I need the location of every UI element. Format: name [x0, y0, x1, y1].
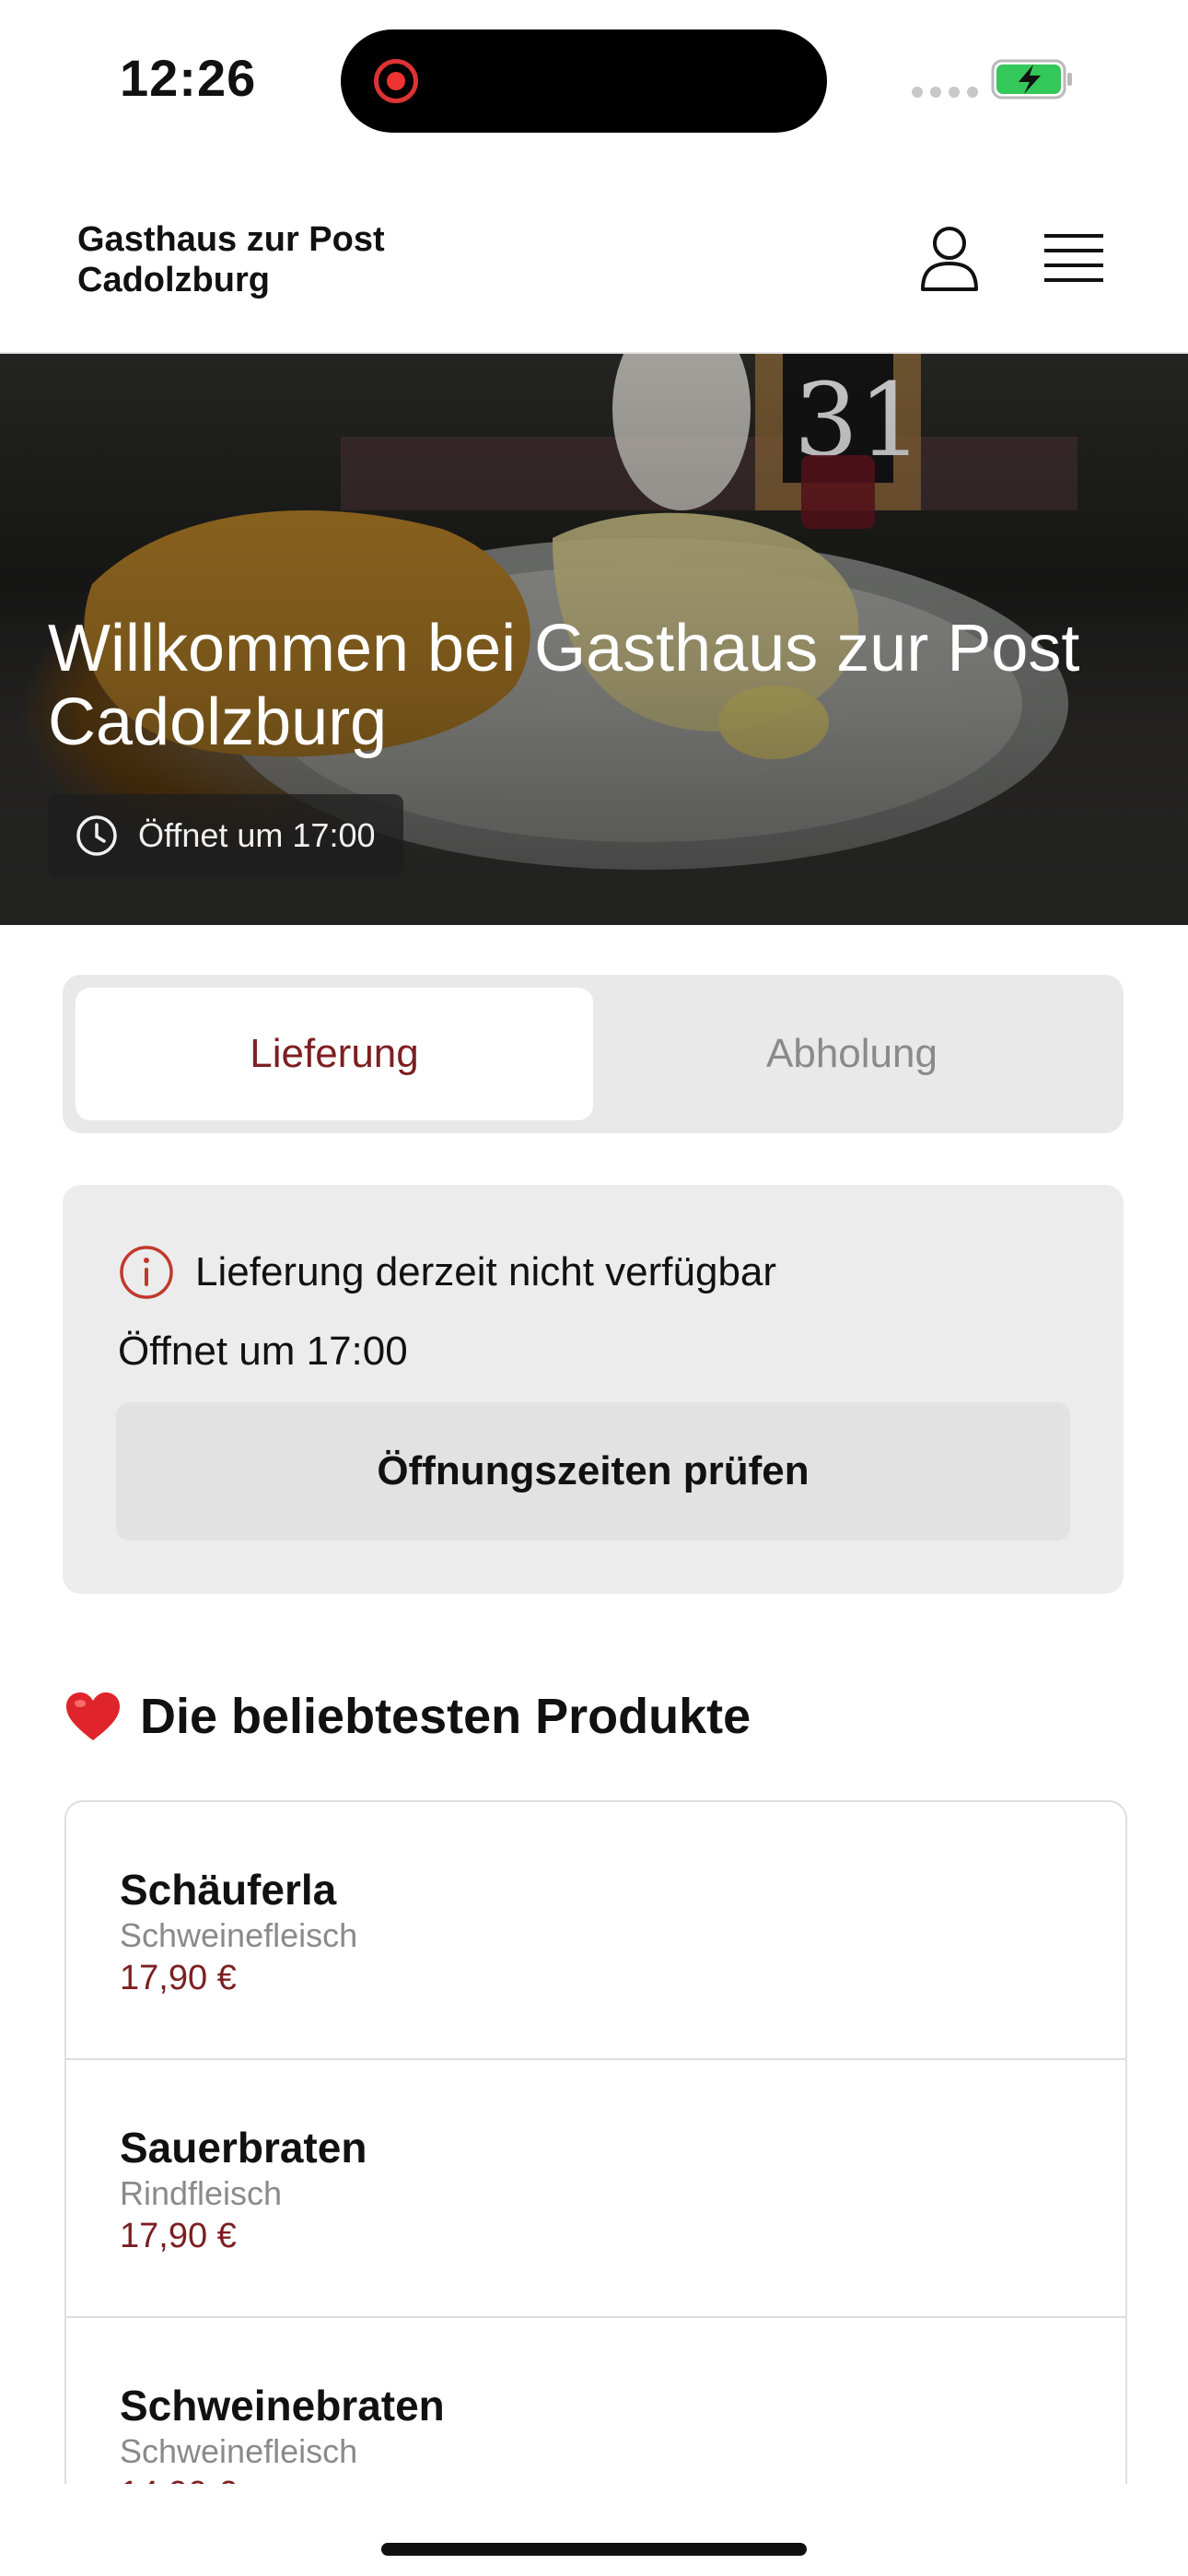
welcome-title-line1: Willkommen bei Gasthaus zur Post [48, 612, 1080, 685]
product-category: Rindfleisch [120, 2174, 283, 2212]
welcome-title: Willkommen bei Gasthaus zur Post Cadolzb… [48, 612, 1153, 759]
product-category: Schweinefleisch [120, 2432, 358, 2470]
battery-charging-icon [991, 59, 1072, 100]
product-item[interactable]: Sauerbraten Rindfleisch 17,90 € [66, 2060, 1125, 2318]
dynamic-island [341, 29, 827, 133]
home-indicator[interactable] [381, 2543, 807, 2556]
info-icon [120, 1246, 173, 1299]
notice-subtitle: Öffnet um 17:00 [118, 1329, 408, 1374]
clock-icon [76, 815, 117, 856]
record-icon [374, 59, 418, 103]
restaurant-name-line2: Cadolzburg [77, 261, 270, 299]
product-item[interactable]: Schweinebraten Schweinefleisch 14,90 € [66, 2318, 1125, 2484]
restaurant-name-line1: Gasthaus zur Post [77, 220, 385, 259]
product-category: Schweinefleisch [120, 1916, 358, 1954]
menu-icon[interactable] [1042, 230, 1105, 286]
restaurant-name[interactable]: Gasthaus zur Post Cadolzburg [77, 219, 385, 300]
hero-banner: 31 Willkommen bei Gasthaus zur Post Cado… [0, 354, 1188, 925]
product-name: Schweinebraten [120, 2382, 445, 2430]
notice-header: Lieferung derzeit nicht verfügbar [118, 1244, 776, 1301]
app-header: Gasthaus zur Post Cadolzburg [0, 157, 1188, 354]
opening-status-badge: Öffnet um 17:00 [48, 794, 403, 877]
welcome-title-line2: Cadolzburg [48, 685, 388, 759]
product-item[interactable]: Schäuferla Schweinefleisch 17,90 € [66, 1802, 1125, 2060]
popular-products-heading: Die beliebtesten Produkte [64, 1688, 751, 1745]
status-bar: 12:26 [0, 0, 1188, 157]
delivery-unavailable-card: Lieferung derzeit nicht verfügbar Öffnet… [63, 1185, 1124, 1594]
product-name: Sauerbraten [120, 2124, 367, 2172]
tab-pickup[interactable]: Abholung [593, 988, 1111, 1120]
product-price: 17,90 € [120, 2217, 237, 2255]
status-time: 12:26 [120, 49, 257, 107]
tab-delivery[interactable]: Lieferung [76, 988, 593, 1120]
product-price: 14,90 € [120, 2475, 237, 2484]
product-price: 17,90 € [120, 1959, 237, 1997]
check-hours-button[interactable]: Öffnungszeiten prüfen [116, 1402, 1070, 1540]
popular-products-title: Die beliebtesten Produkte [140, 1689, 751, 1744]
notice-title: Lieferung derzeit nicht verfügbar [195, 1249, 777, 1294]
order-mode-toggle: Lieferung Abholung [63, 975, 1124, 1133]
user-icon[interactable] [917, 225, 982, 293]
popular-products-list: Schäuferla Schweinefleisch 17,90 € Sauer… [64, 1800, 1127, 2484]
signal-icon [912, 87, 978, 98]
opening-status-text: Öffnet um 17:00 [138, 816, 376, 854]
product-name: Schäuferla [120, 1866, 337, 1914]
heart-icon [66, 1692, 120, 1740]
